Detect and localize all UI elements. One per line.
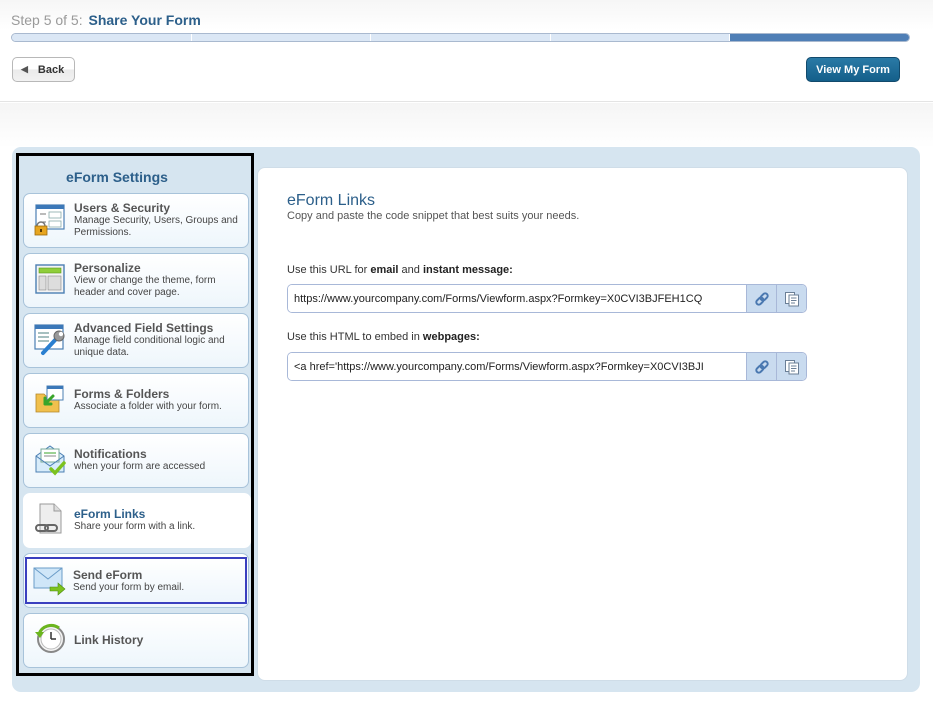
sidebar-item-desc: Manage field conditional logic and uniqu… — [74, 335, 225, 358]
url-input[interactable] — [288, 285, 746, 312]
link-icon — [754, 359, 769, 374]
eform-links-content: eForm Links Copy and paste the code snip… — [257, 167, 908, 681]
copy-button[interactable] — [776, 353, 806, 380]
open-link-button[interactable] — [746, 353, 776, 380]
copy-icon — [784, 291, 799, 306]
html-field — [287, 352, 807, 381]
progress-segment — [12, 34, 192, 41]
wizard-progress-bar — [11, 33, 910, 42]
sidebar-item-label: Forms & Folders — [74, 387, 170, 401]
sidebar-item-eform-links[interactable]: eForm Links Share your form with a link. — [23, 493, 251, 548]
url-field-label: Use this URL for email and instant messa… — [287, 264, 513, 276]
history-clock-icon — [35, 623, 65, 653]
eform-settings-sidebar: eForm Settings Users & Security Manage S… — [16, 153, 254, 676]
progress-segment — [371, 34, 551, 41]
content-subtitle: Copy and paste the code snippet that bes… — [287, 210, 580, 222]
notifications-icon — [35, 445, 66, 476]
sidebar-item-label: eForm Links — [74, 507, 146, 521]
sidebar-item-desc: Manage Security, Users, Groups and Permi… — [74, 215, 238, 238]
label-text: Use this HTML to embed in — [287, 331, 423, 343]
back-arrow-icon: ◀ — [21, 64, 28, 74]
sidebar-item-desc: View or change the theme, form header an… — [74, 275, 216, 298]
sidebar-item-personalize[interactable]: Personalize View or change the theme, fo… — [23, 253, 249, 308]
header-shadow-band — [0, 103, 933, 148]
sidebar-item-label: Advanced Field Settings — [74, 321, 214, 335]
label-bold: email — [370, 264, 399, 276]
back-label: Back — [37, 63, 65, 76]
sidebar-item-label: Users & Security — [74, 201, 171, 215]
content-title: eForm Links — [287, 192, 376, 209]
sidebar-item-label: Personalize — [74, 261, 141, 275]
sidebar-item-send-eform[interactable]: Send eForm Send your form by email. — [25, 557, 247, 604]
advanced-field-settings-icon — [34, 324, 65, 355]
link-document-icon — [35, 503, 62, 534]
send-email-icon — [33, 567, 66, 596]
personalize-icon — [35, 264, 65, 294]
sidebar-item-desc: Associate a folder with your form. — [74, 401, 222, 412]
label-bold: webpages: — [422, 331, 480, 343]
step-name: Share Your Form — [88, 12, 201, 28]
sidebar-item-label: Link History — [74, 633, 144, 647]
label-bold: instant message: — [422, 264, 513, 276]
sidebar-item-label: Send eForm — [73, 568, 143, 582]
progress-segment — [730, 34, 909, 41]
label-text: Use this URL for — [287, 264, 371, 276]
open-link-button[interactable] — [746, 285, 776, 312]
back-button[interactable]: ◀ Back — [12, 57, 75, 82]
sidebar-item-users-security[interactable]: Users & Security Manage Security, Users,… — [23, 193, 249, 248]
sidebar-item-forms-folders[interactable]: Forms & Folders Associate a folder with … — [23, 373, 249, 428]
view-my-form-button[interactable]: View My Form — [806, 57, 900, 82]
html-field-label: Use this HTML to embed in webpages: — [287, 331, 480, 343]
link-icon — [754, 291, 769, 306]
html-embed-input[interactable] — [288, 353, 746, 380]
sidebar-item-advanced-field-settings[interactable]: Advanced Field Settings Manage field con… — [23, 313, 249, 368]
copy-button[interactable] — [776, 285, 806, 312]
sidebar-title: eForm Settings — [66, 169, 168, 185]
sidebar-item-desc: Send your form by email. — [73, 582, 185, 593]
progress-segment — [191, 34, 372, 41]
progress-segment — [550, 34, 731, 41]
copy-icon — [784, 359, 799, 374]
sidebar-item-desc: Share your form with a link. — [74, 521, 196, 532]
sidebar-item-label: Notifications — [74, 447, 147, 461]
sidebar-item-notifications[interactable]: Notifications when your form are accesse… — [23, 433, 249, 488]
sidebar-item-link-history[interactable]: Link History — [23, 613, 249, 668]
label-text: and — [398, 264, 423, 276]
folder-icon — [35, 385, 64, 413]
sidebar-item-desc: when your form are accessed — [74, 461, 206, 472]
step-title: Step 5 of 5: Share Your Form — [11, 12, 201, 28]
users-security-icon — [34, 204, 65, 236]
url-field — [287, 284, 807, 313]
wizard-header: Step 5 of 5: Share Your Form ◀ Back View… — [0, 0, 933, 102]
step-counter: Step 5 of 5: — [11, 12, 83, 28]
